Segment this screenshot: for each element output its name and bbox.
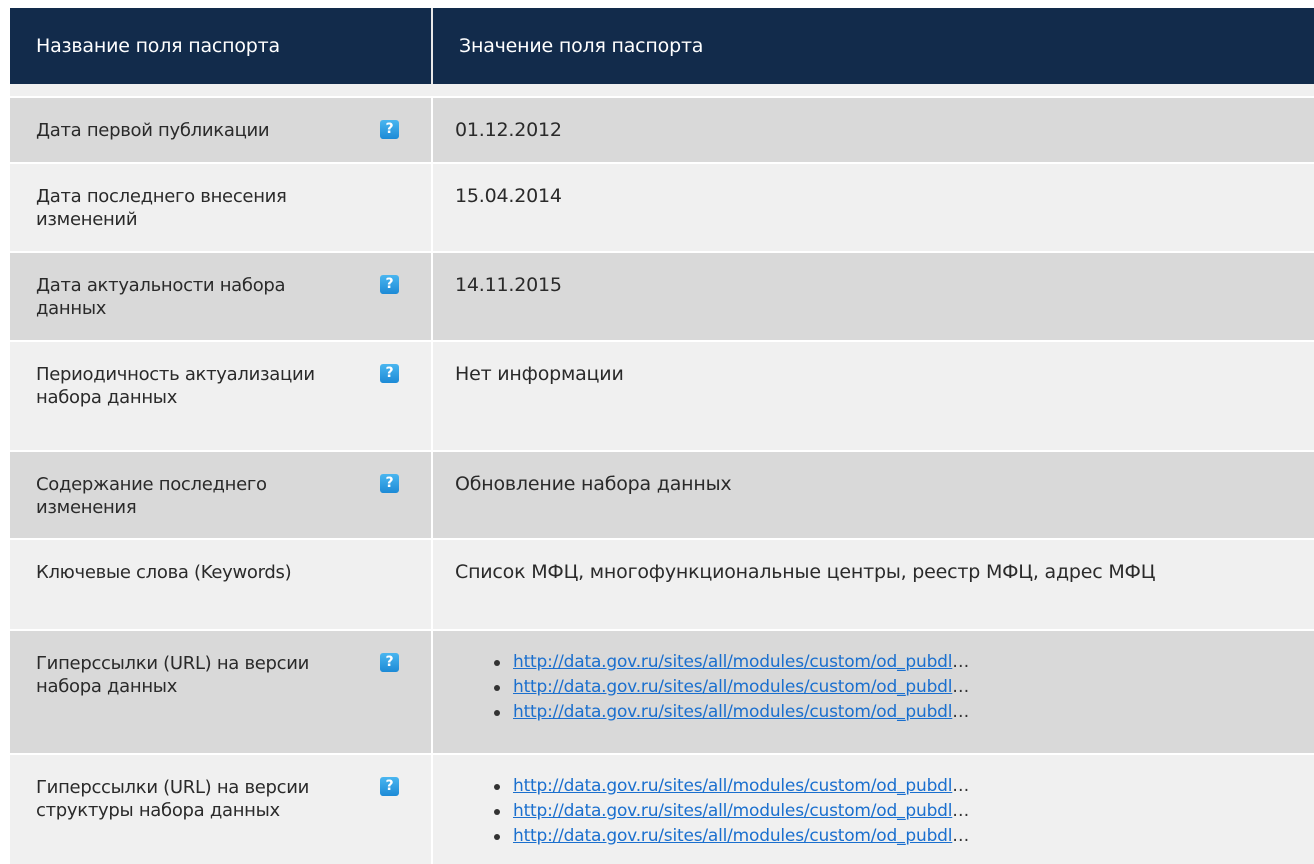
field-name: Дата первой публикации (36, 120, 270, 141)
column-header-value: Значение поля паспорта (431, 8, 1314, 84)
help-icon[interactable]: ? (380, 364, 399, 383)
field-value: 01.12.2012 (455, 119, 562, 141)
table-row: Дата актуальности набора данных ? 14.11.… (10, 252, 1314, 341)
field-name: Гиперссылки (URL) на версии набора данны… (36, 653, 310, 697)
list-item: http://data.gov.ru/sites/all/modules/cus… (494, 774, 1304, 799)
dataset-version-link[interactable]: http://data.gov.ru/sites/all/modules/cus… (513, 652, 952, 672)
field-name: Дата последнего внесения изменений (36, 186, 287, 230)
field-value: Список МФЦ, многофункциональные центры, … (455, 561, 1156, 583)
field-value: Нет информации (455, 363, 624, 385)
field-value: 15.04.2014 (455, 185, 562, 207)
link-list: http://data.gov.ru/sites/all/modules/cus… (455, 774, 1304, 849)
table-row: Дата первой публикации ? 01.12.2012 (10, 97, 1314, 163)
column-header-name: Название поля паспорта (10, 8, 432, 84)
table-row: Ключевые слова (Keywords) Список МФЦ, мн… (10, 539, 1314, 630)
field-name: Содержание последнего изменения (36, 474, 267, 518)
help-icon[interactable]: ? (380, 120, 399, 139)
field-name: Периодичность актуализации набора данных (36, 364, 315, 408)
field-value: Обновление набора данных (455, 473, 732, 495)
table-header-row: Название поля паспорта Значение поля пас… (10, 8, 1314, 84)
structure-version-link[interactable]: http://data.gov.ru/sites/all/modules/cus… (513, 801, 952, 821)
structure-version-link[interactable]: http://data.gov.ru/sites/all/modules/cus… (513, 776, 952, 796)
list-item: http://data.gov.ru/sites/all/modules/cus… (494, 824, 1304, 849)
field-name: Ключевые слова (Keywords) (36, 562, 292, 583)
passport-panel: Название поля паспорта Значение поля пас… (10, 8, 1314, 864)
field-name: Дата актуальности набора данных (36, 275, 286, 319)
structure-version-link[interactable]: http://data.gov.ru/sites/all/modules/cus… (513, 826, 952, 846)
help-icon[interactable]: ? (380, 653, 399, 672)
field-value: 14.11.2015 (455, 274, 562, 296)
list-item: http://data.gov.ru/sites/all/modules/cus… (494, 675, 1304, 700)
passport-table: Название поля паспорта Значение поля пас… (10, 8, 1314, 864)
table-row: Периодичность актуализации набора данных… (10, 341, 1314, 451)
table-row: Гиперссылки (URL) на версии структуры на… (10, 754, 1314, 864)
table-row: Дата последнего внесения изменений 15.04… (10, 163, 1314, 252)
help-icon[interactable]: ? (380, 275, 399, 294)
help-icon[interactable]: ? (380, 474, 399, 493)
table-row: Содержание последнего изменения ? Обновл… (10, 451, 1314, 539)
table-row: Гиперссылки (URL) на версии набора данны… (10, 630, 1314, 754)
dataset-version-link[interactable]: http://data.gov.ru/sites/all/modules/cus… (513, 677, 952, 697)
help-icon[interactable]: ? (380, 777, 399, 796)
list-item: http://data.gov.ru/sites/all/modules/cus… (494, 700, 1304, 725)
dataset-version-link[interactable]: http://data.gov.ru/sites/all/modules/cus… (513, 702, 952, 722)
list-item: http://data.gov.ru/sites/all/modules/cus… (494, 650, 1304, 675)
link-list: http://data.gov.ru/sites/all/modules/cus… (455, 650, 1304, 725)
table-row-cutoff (10, 84, 1314, 97)
list-item: http://data.gov.ru/sites/all/modules/cus… (494, 799, 1304, 824)
field-name: Гиперссылки (URL) на версии структуры на… (36, 777, 310, 821)
